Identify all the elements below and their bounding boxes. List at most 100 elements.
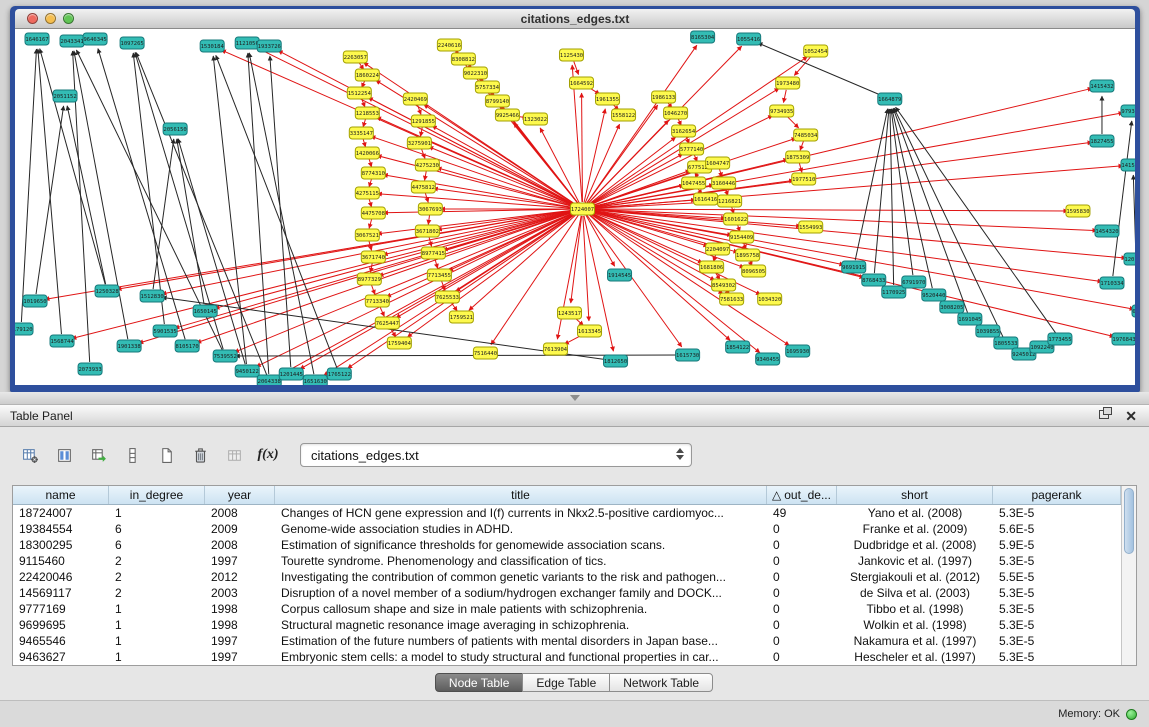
graph-node[interactable]: 3160446 <box>712 177 736 189</box>
new-file-icon[interactable] <box>152 442 180 468</box>
graph-node[interactable]: 1664592 <box>569 77 593 89</box>
cell-title[interactable]: Estimation of significance thresholds fo… <box>275 537 767 553</box>
graph-node[interactable]: 1854122 <box>726 341 750 353</box>
graph-edge[interactable] <box>421 127 423 137</box>
graph-node[interactable]: 1646167 <box>25 33 49 45</box>
table-row[interactable]: 977716911998Corpus callosum shape and si… <box>13 601 1121 617</box>
graph-edge[interactable] <box>590 209 1097 230</box>
cell-in_degree[interactable]: 6 <box>109 537 205 553</box>
window-zoom-button[interactable] <box>63 13 74 24</box>
graph-node[interactable]: 1530184 <box>200 40 224 52</box>
table-scrollbar-thumb[interactable] <box>1124 488 1134 554</box>
graph-edge[interactable] <box>799 163 802 173</box>
graph-edge[interactable] <box>371 136 576 206</box>
cell-title[interactable]: Investigating the contribution of common… <box>275 569 767 585</box>
column-header-name[interactable]: name <box>13 486 109 504</box>
cell-short[interactable]: Nakamura et al. (1997) <box>837 633 993 649</box>
graph-node[interactable]: 1604747 <box>706 157 730 169</box>
graph-edge[interactable] <box>216 55 337 367</box>
table-row[interactable]: 911546021997Tourette syndrome. Phenomeno… <box>13 553 1121 569</box>
table-row[interactable]: 1938455462009Genome-wide association stu… <box>13 521 1121 537</box>
column-header-pagerank[interactable]: pagerank <box>993 486 1121 504</box>
graph-edge[interactable] <box>178 139 245 365</box>
graph-edge[interactable] <box>787 116 799 128</box>
cell-name[interactable]: 14569117 <box>13 585 109 601</box>
graph-node[interactable]: 1201445 <box>279 368 303 380</box>
cell-title[interactable]: Changes of HCN gene expression and I(f) … <box>275 505 767 521</box>
graph-node[interactable]: 1973480 <box>776 77 800 89</box>
graph-node[interactable]: 1613345 <box>578 325 602 337</box>
table-settings-icon[interactable] <box>16 442 44 468</box>
tab-edge-table[interactable]: Edge Table <box>522 673 610 692</box>
graph-edge[interactable] <box>428 215 429 225</box>
cell-name[interactable]: 19384554 <box>13 521 109 537</box>
graph-node[interactable]: 1805533 <box>994 337 1018 349</box>
cell-year[interactable]: 1997 <box>205 649 275 665</box>
cell-name[interactable]: 9699695 <box>13 617 109 633</box>
tab-node-table[interactable]: Node Table <box>435 673 524 692</box>
graph-node[interactable]: 9646345 <box>83 33 107 45</box>
cell-year[interactable]: 1998 <box>205 617 275 633</box>
graph-node[interactable]: 9450122 <box>235 365 259 377</box>
graph-node[interactable]: 2240616 <box>437 39 461 51</box>
close-panel-icon[interactable]: ✕ <box>1125 409 1137 423</box>
cell-short[interactable]: Dudbridge et al. (2008) <box>837 537 993 553</box>
cell-year[interactable]: 1997 <box>205 553 275 569</box>
graph-node[interactable]: 1977510 <box>792 173 816 185</box>
graph-node[interactable]: 5757334 <box>475 81 499 93</box>
float-panel-icon[interactable] <box>1098 406 1113 426</box>
graph-node[interactable]: 4275230 <box>415 159 439 171</box>
table-row[interactable]: 969969511998Structural magnetic resonanc… <box>13 617 1121 633</box>
graph-node[interactable]: 8799140 <box>485 95 509 107</box>
cell-title[interactable]: Disruption of a novel member of a sodium… <box>275 585 767 601</box>
graph-node[interactable]: 1773455 <box>1048 333 1072 345</box>
graph-node[interactable]: 1914545 <box>608 269 632 281</box>
graph-node[interactable]: 1860224 <box>355 69 379 81</box>
graph-node[interactable]: 1216821 <box>718 195 742 207</box>
graph-node[interactable]: 1961355 <box>596 93 620 105</box>
graph-edge[interactable] <box>800 141 804 151</box>
graph-node[interactable]: 1454320 <box>1095 225 1119 237</box>
graph-node[interactable]: 8308812 <box>451 53 475 65</box>
graph-node[interactable]: 5901535 <box>153 325 177 337</box>
graph-node[interactable]: 8549302 <box>712 279 736 291</box>
graph-node[interactable]: 1250328 <box>95 285 119 297</box>
graph-edge[interactable] <box>383 209 575 213</box>
graph-node[interactable]: 7713340 <box>365 295 389 307</box>
graph-node[interactable]: 7713455 <box>427 269 451 281</box>
cell-year[interactable]: 2009 <box>205 521 275 537</box>
merge-tables-icon[interactable] <box>220 442 248 468</box>
cell-year[interactable]: 2003 <box>205 585 275 601</box>
graph-edge[interactable] <box>432 126 576 206</box>
graph-edge[interactable] <box>589 142 1092 208</box>
graph-edge[interactable] <box>589 88 1092 207</box>
cell-short[interactable]: Yano et al. (2008) <box>837 505 993 521</box>
graph-node[interactable]: 9022310 <box>463 67 487 79</box>
graph-node[interactable]: 1420066 <box>355 147 379 159</box>
graph-edge[interactable] <box>67 106 105 284</box>
graph-edge[interactable] <box>249 53 314 374</box>
graph-edge[interactable] <box>215 211 576 309</box>
graph-node[interactable]: 1595830 <box>1066 205 1090 217</box>
table-scrollbar[interactable] <box>1121 486 1136 665</box>
graph-node[interactable]: 8768433 <box>862 274 886 286</box>
table-source-select[interactable]: citations_edges.txt <box>300 443 692 467</box>
cell-title[interactable]: Corpus callosum shape and size in male p… <box>275 601 767 617</box>
graph-edge[interactable] <box>590 209 1068 211</box>
graph-edge[interactable] <box>371 285 375 295</box>
cell-pagerank[interactable]: 5.3E-5 <box>993 505 1121 521</box>
table-row[interactable]: 1830029562008Estimation of significance … <box>13 537 1121 553</box>
cell-year[interactable]: 1998 <box>205 601 275 617</box>
cell-pagerank[interactable]: 5.3E-5 <box>993 617 1121 633</box>
graph-node[interactable]: 2263057 <box>343 51 367 63</box>
table-row[interactable]: 1872400712008Changes of HCN gene express… <box>13 505 1121 521</box>
graph-node[interactable]: 7539552 <box>213 350 237 362</box>
cell-out_degree[interactable]: 0 <box>767 649 837 665</box>
cell-name[interactable]: 9777169 <box>13 601 109 617</box>
graph-node[interactable]: 2051152 <box>53 90 77 102</box>
cell-short[interactable]: Franke et al. (2009) <box>837 521 993 537</box>
graph-node[interactable]: 1323022 <box>523 113 547 125</box>
window-minimize-button[interactable] <box>45 13 56 24</box>
panel-resize-handle-icon[interactable] <box>570 395 580 401</box>
graph-node[interactable]: 1875309 <box>786 151 810 163</box>
